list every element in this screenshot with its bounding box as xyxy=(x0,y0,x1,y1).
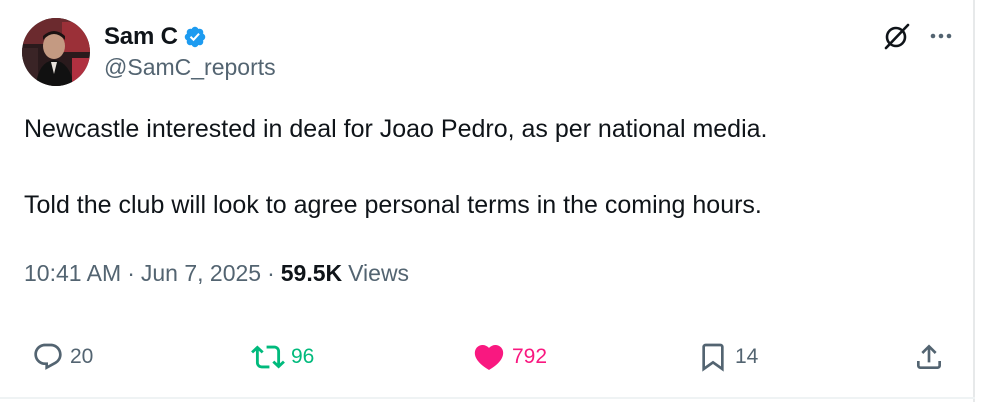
retweet-count: 96 xyxy=(291,345,315,368)
retweet-button[interactable]: 96 xyxy=(251,337,314,377)
meta-separator: · xyxy=(267,259,275,286)
bookmark-count: 14 xyxy=(735,345,759,368)
bookmark-icon xyxy=(702,343,724,372)
more-icon-glyph xyxy=(930,33,952,39)
retweet-icon xyxy=(251,345,285,369)
share-button[interactable] xyxy=(913,337,945,377)
tweet-card: Sam C @SamC_reports Newcastle interested… xyxy=(0,0,1000,402)
verified-badge-icon xyxy=(184,26,205,48)
tweet-date[interactable]: Jun 7, 2025 xyxy=(141,260,261,287)
reply-icon xyxy=(34,343,62,370)
user-handle[interactable]: @SamC_reports xyxy=(104,54,276,81)
tweet-time[interactable]: 10:41 AM xyxy=(24,260,121,287)
tweet-paragraph: Told the club will look to agree persona… xyxy=(24,191,762,219)
like-count: 792 xyxy=(512,345,548,368)
reply-button[interactable]: 20 xyxy=(32,337,93,377)
like-button[interactable]: 792 xyxy=(472,337,547,377)
display-name[interactable]: Sam C xyxy=(104,23,178,51)
display-name-row[interactable]: Sam C xyxy=(104,20,207,54)
grok-icon[interactable] xyxy=(883,22,911,50)
more-icon[interactable] xyxy=(925,22,957,50)
tweet-paragraph: Newcastle interested in deal for Joao Pe… xyxy=(24,115,768,143)
reply-count: 20 xyxy=(70,345,94,368)
share-icon xyxy=(917,344,941,369)
bookmark-button[interactable]: 14 xyxy=(697,337,758,377)
grok-icon-glyph xyxy=(884,23,910,50)
tweet-meta: 10:41 AM · Jun 7, 2025 · 59.5K Views xyxy=(24,256,409,290)
meta-separator: · xyxy=(127,259,135,286)
card-border-bottom xyxy=(0,397,975,399)
views-count[interactable]: 59.5K xyxy=(281,260,342,287)
avatar-image xyxy=(22,18,90,86)
avatar[interactable] xyxy=(22,18,90,86)
views-label[interactable]: Views xyxy=(348,260,409,287)
tweet-text: Newcastle interested in deal for Joao Pe… xyxy=(24,110,964,224)
heart-icon xyxy=(474,344,504,370)
card-border-right xyxy=(973,0,975,402)
